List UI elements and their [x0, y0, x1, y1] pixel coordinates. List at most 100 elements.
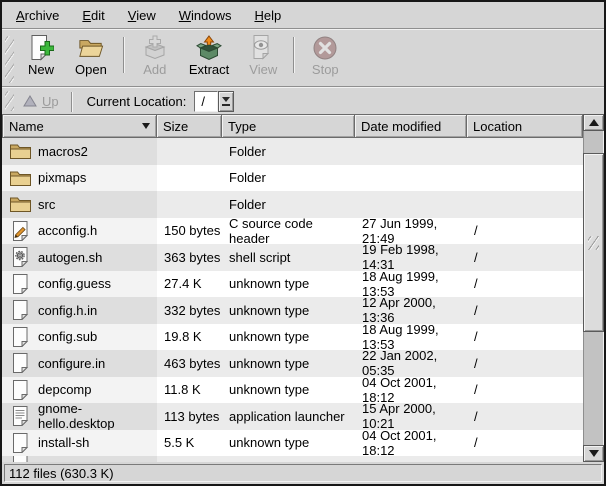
column-header-size[interactable]: Size: [157, 114, 222, 138]
scrollbar-thumb-grip: [588, 236, 599, 250]
column-header-name-label: Name: [9, 119, 44, 134]
menu-item-windows[interactable]: Windows: [171, 5, 240, 26]
file-location-cell: /: [467, 271, 583, 298]
file-icon: [10, 300, 31, 320]
file-location-cell: /: [467, 377, 583, 404]
file-location-cell: /: [467, 403, 583, 430]
file-size-cell: 150 bytes: [157, 218, 222, 245]
vertical-scrollbar[interactable]: [583, 114, 604, 462]
current-location-label: Current Location:: [87, 94, 187, 109]
file-name-cell: pixmaps: [2, 165, 157, 192]
file-date-cell: [355, 138, 467, 165]
file-size-cell: 19.8 K: [157, 324, 222, 351]
location-dropdown-button[interactable]: [218, 91, 234, 112]
toolbar-separator: [123, 37, 125, 73]
table-row[interactable]: macros2 Folder: [2, 138, 583, 165]
file-name-cell: install-sh: [2, 430, 157, 457]
column-header-location[interactable]: Location: [467, 114, 583, 138]
dropdown-line: [222, 104, 230, 106]
table-row[interactable]: gnome-hello.desktop 113 bytes applicatio…: [2, 403, 583, 430]
file-name-cell: config.guess: [2, 271, 157, 298]
dropdown-arrow-icon: [222, 97, 230, 102]
location-input[interactable]: /: [194, 91, 218, 112]
view-button: View: [241, 33, 285, 79]
file-icon: [10, 456, 31, 462]
table-row[interactable]: src Folder: [2, 191, 583, 218]
column-header-date-modified[interactable]: Date modified: [355, 114, 467, 138]
file-size-cell: 11.8 K: [157, 377, 222, 404]
file-size-cell: 463 bytes: [157, 350, 222, 377]
table-row[interactable]: depcomp 11.8 K unknown type 04 Oct 2001,…: [2, 377, 583, 404]
scrollbar-thumb[interactable]: [583, 153, 604, 332]
add-button: Add: [133, 33, 177, 79]
file-date-cell: 18 Aug 1999, 13:53: [355, 324, 467, 351]
table-row[interactable]: acconfig.h 150 bytes C source code heade…: [2, 218, 583, 245]
file-icon: [10, 380, 31, 400]
table-header: Name Size Type Date modified Location: [2, 114, 583, 138]
location-bar-separator: [71, 92, 73, 112]
stop-button-label: Stop: [312, 62, 339, 77]
menu-bar: Archive Edit View Windows Help: [2, 2, 604, 28]
file-date-cell: 04 Oct 2001, 18:12: [355, 430, 467, 457]
file-size-cell: [157, 165, 222, 192]
file-name-cell: src: [2, 191, 157, 218]
extract-button-label: Extract: [189, 62, 229, 77]
menu-item-archive[interactable]: Archive: [8, 5, 67, 26]
file-type-cell: unknown type: [222, 324, 355, 351]
folder-icon: [10, 141, 31, 161]
table-row[interactable]: autogen.sh 363 bytes shell script 19 Feb…: [2, 244, 583, 271]
table-row-partial[interactable]: [2, 456, 583, 462]
menu-item-help[interactable]: Help: [246, 5, 289, 26]
extract-button[interactable]: Extract: [181, 33, 237, 79]
table-row[interactable]: config.guess 27.4 K unknown type 18 Aug …: [2, 271, 583, 298]
table-row[interactable]: configure.in 463 bytes unknown type 22 J…: [2, 350, 583, 377]
up-button: Up: [17, 92, 65, 111]
file-type-cell: Folder: [222, 138, 355, 165]
file-name-cell: depcomp: [2, 377, 157, 404]
file-type-cell: shell script: [222, 244, 355, 271]
file-size-cell: 113 bytes: [157, 403, 222, 430]
table-row[interactable]: pixmaps Folder: [2, 165, 583, 192]
file-list: macros2 Folder pixmaps Folder src Folder…: [2, 138, 583, 462]
folder-icon: [10, 168, 31, 188]
file-location-cell: /: [467, 350, 583, 377]
file-icon: [10, 274, 31, 294]
file-name-cell: autogen.sh: [2, 244, 157, 271]
scroll-down-button[interactable]: [583, 445, 604, 462]
add-files-icon: [142, 35, 168, 61]
file-icon: [10, 433, 31, 453]
menu-item-view[interactable]: View: [120, 5, 164, 26]
file-location-cell: [467, 165, 583, 192]
file-type-cell: Folder: [222, 191, 355, 218]
column-header-name[interactable]: Name: [2, 114, 157, 138]
file-location-cell: [467, 138, 583, 165]
open-button-label: Open: [75, 62, 107, 77]
file-size-cell: 332 bytes: [157, 297, 222, 324]
column-header-type[interactable]: Type: [222, 114, 355, 138]
new-button[interactable]: New: [19, 33, 63, 79]
location-bar-grip-handle[interactable]: [5, 91, 14, 111]
file-date-cell: [355, 165, 467, 192]
up-button-label: Up: [42, 94, 59, 109]
menu-item-edit[interactable]: Edit: [74, 5, 112, 26]
scroll-up-button[interactable]: [583, 114, 604, 131]
file-size-cell: 5.5 K: [157, 430, 222, 457]
location-bar: Up Current Location: /: [2, 88, 604, 114]
source-file-icon: [10, 221, 31, 241]
file-location-cell: /: [467, 324, 583, 351]
toolbar-grip-handle[interactable]: [5, 36, 14, 83]
toolbar: New Open Add Extract View Stop: [2, 30, 604, 86]
folder-icon: [10, 194, 31, 214]
add-button-label: Add: [143, 62, 166, 77]
new-archive-icon: [28, 35, 54, 61]
table-row[interactable]: config.h.in 332 bytes unknown type 12 Ap…: [2, 297, 583, 324]
file-name-cell: macros2: [2, 138, 157, 165]
file-location-cell: /: [467, 297, 583, 324]
open-button[interactable]: Open: [67, 33, 115, 79]
table-row[interactable]: install-sh 5.5 K unknown type 04 Oct 200…: [2, 430, 583, 457]
status-bar: 112 files (630.3 K): [4, 464, 602, 482]
file-date-cell: [355, 191, 467, 218]
table-row[interactable]: config.sub 19.8 K unknown type 18 Aug 19…: [2, 324, 583, 351]
view-button-label: View: [249, 62, 277, 77]
status-text: 112 files (630.3 K): [9, 466, 114, 481]
